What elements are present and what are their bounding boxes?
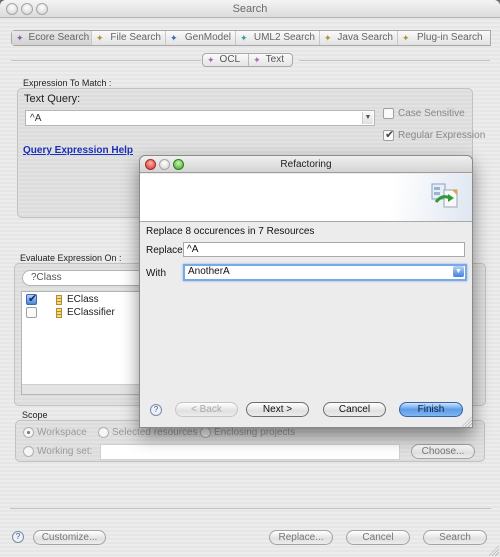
wizard-banner	[140, 174, 472, 222]
eclass-checkbox[interactable]	[26, 292, 37, 305]
enclosing-projects-radio[interactable]: Enclosing projects	[200, 427, 295, 438]
replace-summary: Replace 8 occurences in 7 Resources	[146, 226, 315, 237]
text-query-label: Text Query:	[24, 93, 81, 105]
tab-genmodel[interactable]: ✦ GenModel	[166, 31, 236, 45]
regular-expression-box[interactable]	[383, 128, 394, 141]
ecore-search-icon: ✦	[16, 33, 24, 43]
with-value: AnotherA	[188, 266, 230, 277]
tab-java-search[interactable]: ✦ Java Search	[320, 31, 398, 45]
genmodel-icon: ✦	[170, 33, 178, 43]
expression-group-label: Expression To Match :	[23, 78, 112, 88]
window-title: Search	[232, 3, 268, 15]
ocl-icon: ✦	[207, 55, 215, 65]
with-label: With	[146, 268, 166, 279]
text-query-combo[interactable]: ^A ▼	[25, 110, 375, 126]
dialog-help-icon[interactable]: ?	[150, 404, 162, 416]
footer-divider	[10, 508, 491, 509]
search-button[interactable]: Search	[423, 530, 487, 545]
dialog-title: Refactoring	[280, 159, 332, 170]
dialog-close-button[interactable]	[145, 159, 156, 170]
class-icon	[56, 294, 62, 305]
class-icon	[56, 307, 62, 318]
title-bar: Search	[0, 0, 500, 18]
query-expression-help-link[interactable]: Query Expression Help	[23, 145, 133, 156]
working-set-input[interactable]	[100, 444, 400, 460]
eclassifier-checkbox[interactable]	[26, 307, 37, 318]
tab-text[interactable]: ✦ Text	[248, 54, 292, 66]
finish-button[interactable]: Finish	[399, 402, 463, 417]
chevron-down-icon[interactable]: ▼	[362, 112, 373, 124]
file-search-icon: ✦	[96, 33, 104, 43]
search-type-tabs: ✦ Ecore Search ✦ File Search ✦ GenModel …	[11, 30, 491, 46]
workspace-radio[interactable]: Workspace	[23, 427, 87, 438]
dialog-resize-grip[interactable]	[462, 417, 472, 427]
text-icon: ✦	[253, 55, 261, 65]
cancel-button[interactable]: Cancel	[346, 530, 410, 545]
with-combo[interactable]: AnotherA ▼	[183, 264, 467, 281]
workspace-radio-button[interactable]	[23, 427, 34, 438]
plugin-search-icon: ✦	[402, 33, 410, 43]
resize-grip[interactable]	[489, 546, 499, 556]
help-icon[interactable]: ?	[12, 531, 24, 543]
selected-resources-radio-button[interactable]	[98, 427, 109, 438]
working-set-radio[interactable]: Working set:	[23, 446, 92, 457]
back-button[interactable]: < Back	[175, 402, 238, 417]
tab-ocl[interactable]: ✦ OCL	[203, 54, 248, 66]
next-button[interactable]: Next >	[246, 402, 309, 417]
selected-resources-radio[interactable]: Selected resources	[98, 427, 198, 438]
tab-file-search[interactable]: ✦ File Search	[92, 31, 166, 45]
java-search-icon: ✦	[324, 33, 332, 43]
dialog-cancel-button[interactable]: Cancel	[323, 402, 386, 417]
query-type-tabs: ✦ OCL ✦ Text	[202, 53, 293, 67]
dialog-minimize-button[interactable]	[159, 159, 170, 170]
list-item-eclass[interactable]: EClass	[26, 292, 99, 305]
dialog-title-bar: Refactoring	[140, 156, 472, 173]
refactoring-wizard-icon	[431, 183, 458, 208]
list-item-eclassifier[interactable]: EClassifier	[26, 307, 115, 318]
replace-input[interactable]: ^A	[183, 242, 465, 257]
tab-plugin-search[interactable]: ✦ Plug-in Search	[398, 31, 490, 45]
uml2-search-icon: ✦	[240, 33, 248, 43]
customize-button[interactable]: Customize...	[33, 530, 106, 545]
text-query-value: ^A	[30, 113, 42, 124]
scope-group-label: Scope	[22, 410, 48, 420]
close-window-button[interactable]	[6, 3, 18, 15]
dialog-zoom-button[interactable]	[173, 159, 184, 170]
case-sensitive-box[interactable]	[383, 108, 394, 119]
zoom-window-button[interactable]	[36, 3, 48, 15]
minimize-window-button[interactable]	[21, 3, 33, 15]
evaluate-group-label: Evaluate Expression On :	[20, 253, 122, 263]
working-set-radio-button[interactable]	[23, 446, 34, 457]
enclosing-projects-radio-button[interactable]	[200, 427, 211, 438]
divider	[299, 60, 490, 61]
regular-expression-checkbox[interactable]: Regular Expression	[383, 128, 485, 141]
replace-label: Replace	[146, 245, 183, 256]
divider	[11, 60, 201, 61]
chevron-down-icon[interactable]: ▼	[453, 266, 464, 277]
case-sensitive-checkbox[interactable]: Case Sensitive	[383, 108, 465, 119]
replace-button[interactable]: Replace...	[269, 530, 333, 545]
choose-button[interactable]: Choose...	[411, 444, 475, 459]
refactoring-dialog: Refactoring Replace 8 occurences in 7 Re…	[139, 155, 473, 428]
tab-ecore-search[interactable]: ✦ Ecore Search	[12, 31, 92, 45]
tab-uml2-search[interactable]: ✦ UML2 Search	[236, 31, 320, 45]
